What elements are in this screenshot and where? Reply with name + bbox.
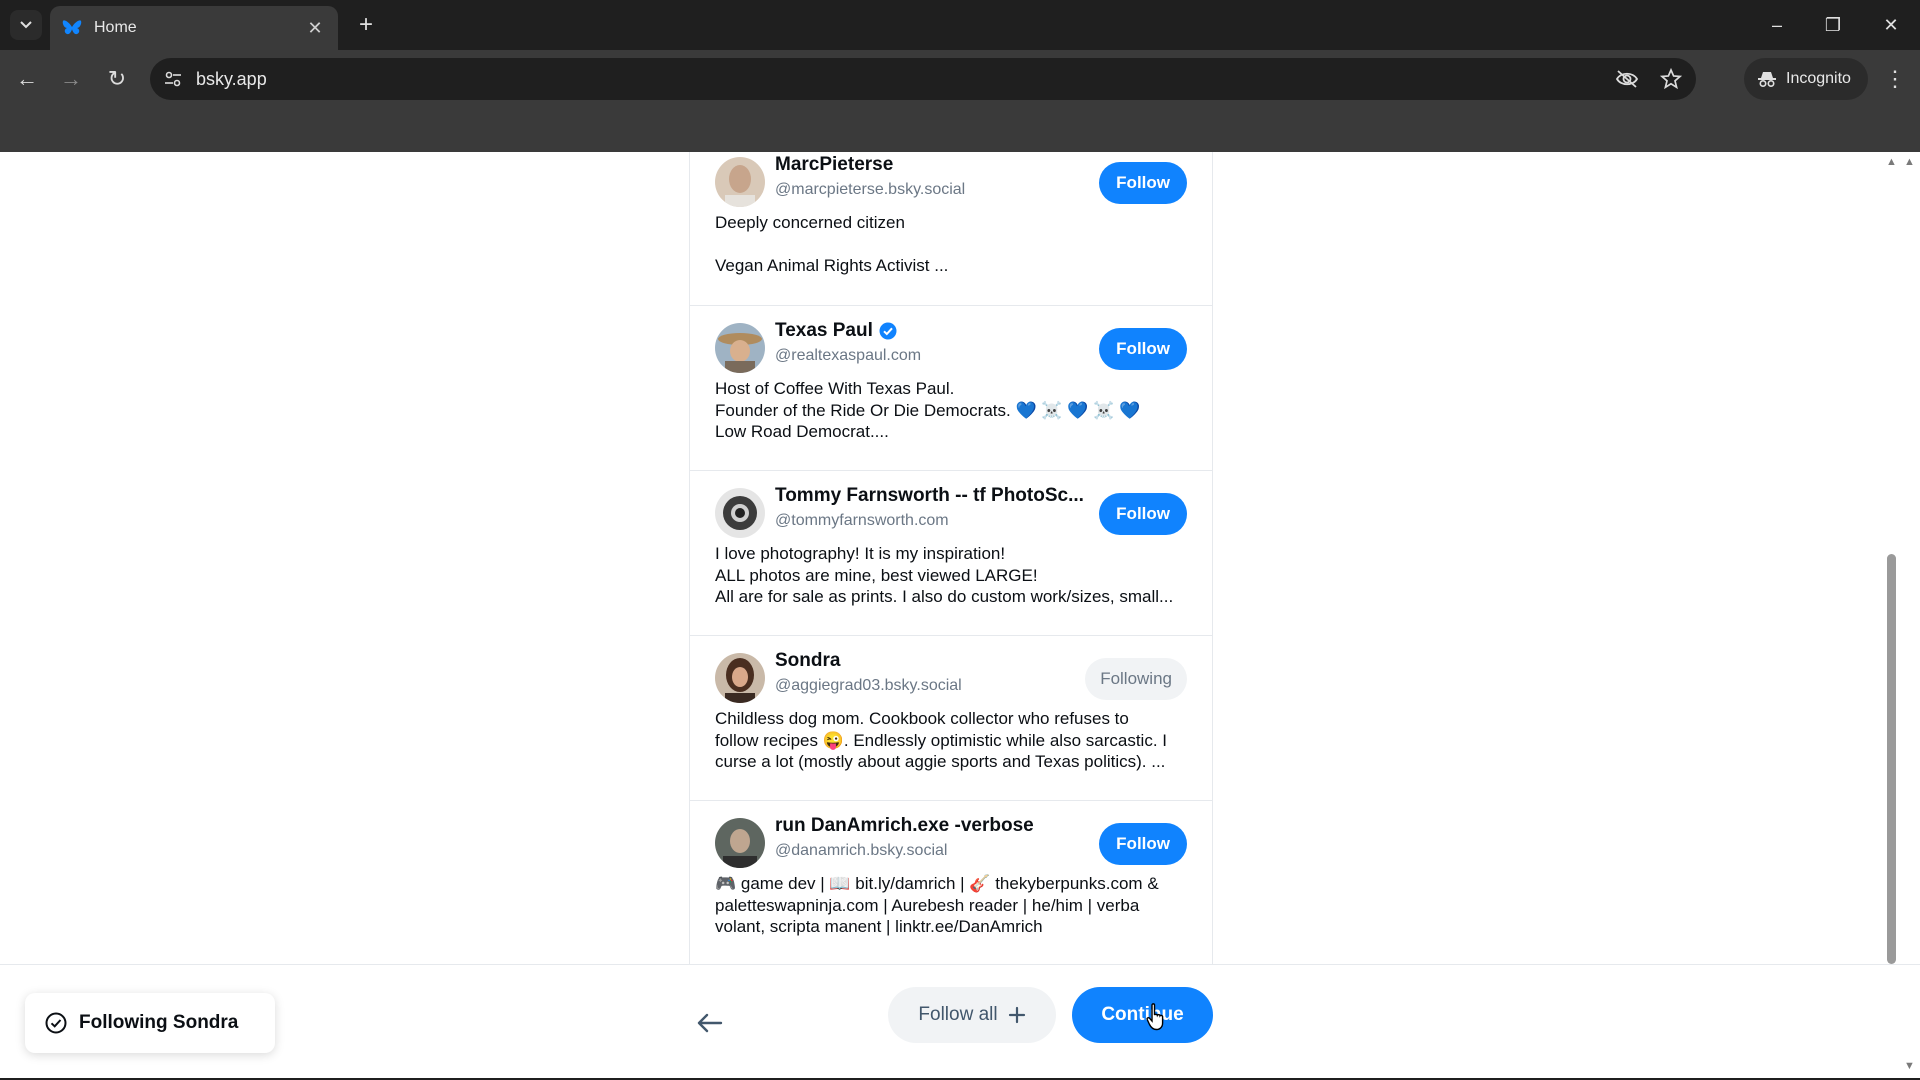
plus-icon [1008,1006,1025,1024]
tab-title: Home [94,19,137,36]
incognito-icon [1758,72,1776,87]
profile-name[interactable]: Sondra [775,650,1095,672]
profile-card[interactable]: Tommy Farnsworth -- tf PhotoSc... @tommy… [690,471,1212,636]
profile-handle: @marcpieterse.bsky.social [775,181,966,198]
follow-button[interactable]: Follow [1099,493,1187,535]
follow-button[interactable]: Follow [1099,162,1187,204]
profile-bio: Childless dog mom. Cookbook collector wh… [715,709,1167,771]
minimize-icon[interactable]: – [1762,10,1792,40]
profile-name[interactable]: Tommy Farnsworth -- tf PhotoSc... [775,485,1095,507]
avatar[interactable] [715,488,765,538]
follow-all-label: Follow all [918,1004,998,1025]
scrollbar-thumb[interactable] [1887,554,1896,964]
close-window-icon[interactable]: ✕ [1876,10,1906,40]
mouse-cursor-icon [1146,1003,1164,1031]
profile-handle: @aggiegrad03.bsky.social [775,677,962,694]
profile-bio: Host of Coffee With Texas Paul. Founder … [715,379,1141,441]
arrow-left-icon [697,1013,723,1033]
incognito-label: Incognito [1786,70,1851,87]
avatar[interactable] [715,323,765,373]
verified-badge-icon [879,322,897,340]
close-tab-icon[interactable]: ✕ [304,18,326,39]
chevron-down-icon [20,21,32,29]
avatar[interactable] [715,157,765,207]
restore-icon[interactable]: ❐ [1818,10,1848,40]
continue-button[interactable]: Continue [1072,987,1213,1043]
profile-bio: Deeply concerned citizen Vegan Animal Ri… [715,213,949,275]
avatar[interactable] [715,818,765,868]
profile-name[interactable]: run DanAmrich.exe -verbose [775,815,1095,837]
browser-tab-home[interactable]: Home ✕ [50,6,338,50]
eye-off-icon[interactable] [1612,64,1642,94]
profile-handle: @tommyfarnsworth.com [775,512,949,529]
browser-tab-strip: Home ✕ + – ❐ ✕ [0,0,1920,50]
scroll-up-arrow-icon[interactable]: ▲ [1886,156,1897,168]
scroll-up-arrow-icon[interactable]: ▲ [1904,156,1915,168]
profile-card[interactable]: Texas Paul @realtexaspaul.com Follow Hos… [690,306,1212,471]
bookmark-star-icon[interactable] [1656,64,1686,94]
incognito-indicator[interactable]: Incognito [1744,58,1868,100]
profile-card[interactable]: MarcPieterse @marcpieterse.bsky.social F… [690,152,1212,306]
profile-handle: @realtexaspaul.com [775,347,922,364]
forward-icon[interactable]: → [56,64,86,94]
follow-all-button[interactable]: Follow all [888,987,1056,1043]
avatar[interactable] [715,653,765,703]
onboarding-footer: Following Sondra Follow all Continue [0,964,1920,1080]
profile-handle: @danamrich.bsky.social [775,842,948,859]
url-text: bsky.app [196,68,267,89]
toolbar-spacer [0,108,1920,152]
back-icon[interactable]: ← [12,64,42,94]
scroll-down-arrow-icon[interactable]: ▼ [1904,1060,1915,1072]
profile-bio: 🎮 game dev | 📖 bit.ly/damrich | 🎸 thekyb… [715,874,1159,936]
check-circle-icon [45,1012,67,1034]
site-settings-icon[interactable] [150,58,196,100]
profile-bio: I love photography! It is my inspiration… [715,544,1174,606]
tab-search-button[interactable] [10,10,42,40]
profile-name[interactable]: MarcPieterse [775,154,1095,176]
follow-button[interactable]: Follow [1099,823,1187,865]
new-tab-button[interactable]: + [352,12,380,40]
follow-toast: Following Sondra [25,993,275,1053]
profile-name[interactable]: Texas Paul [775,320,1095,342]
butterfly-icon [62,20,82,35]
back-button[interactable] [690,1003,730,1043]
follow-button[interactable]: Follow [1099,328,1187,370]
following-button[interactable]: Following [1085,658,1187,700]
reload-icon[interactable]: ↻ [102,64,132,94]
profile-card[interactable]: run DanAmrich.exe -verbose @danamrich.bs… [690,801,1212,966]
browser-menu-icon[interactable]: ⋮ [1880,64,1910,94]
toast-text: Following Sondra [79,1012,239,1033]
profile-card[interactable]: Sondra @aggiegrad03.bsky.social Followin… [690,636,1212,801]
suggested-follows-list: MarcPieterse @marcpieterse.bsky.social F… [689,152,1213,966]
page-content: MarcPieterse @marcpieterse.bsky.social F… [0,152,1920,1080]
address-bar[interactable]: bsky.app [150,58,1696,100]
browser-toolbar: ← → ↻ bsky.app Incognito ⋮ [0,50,1920,108]
